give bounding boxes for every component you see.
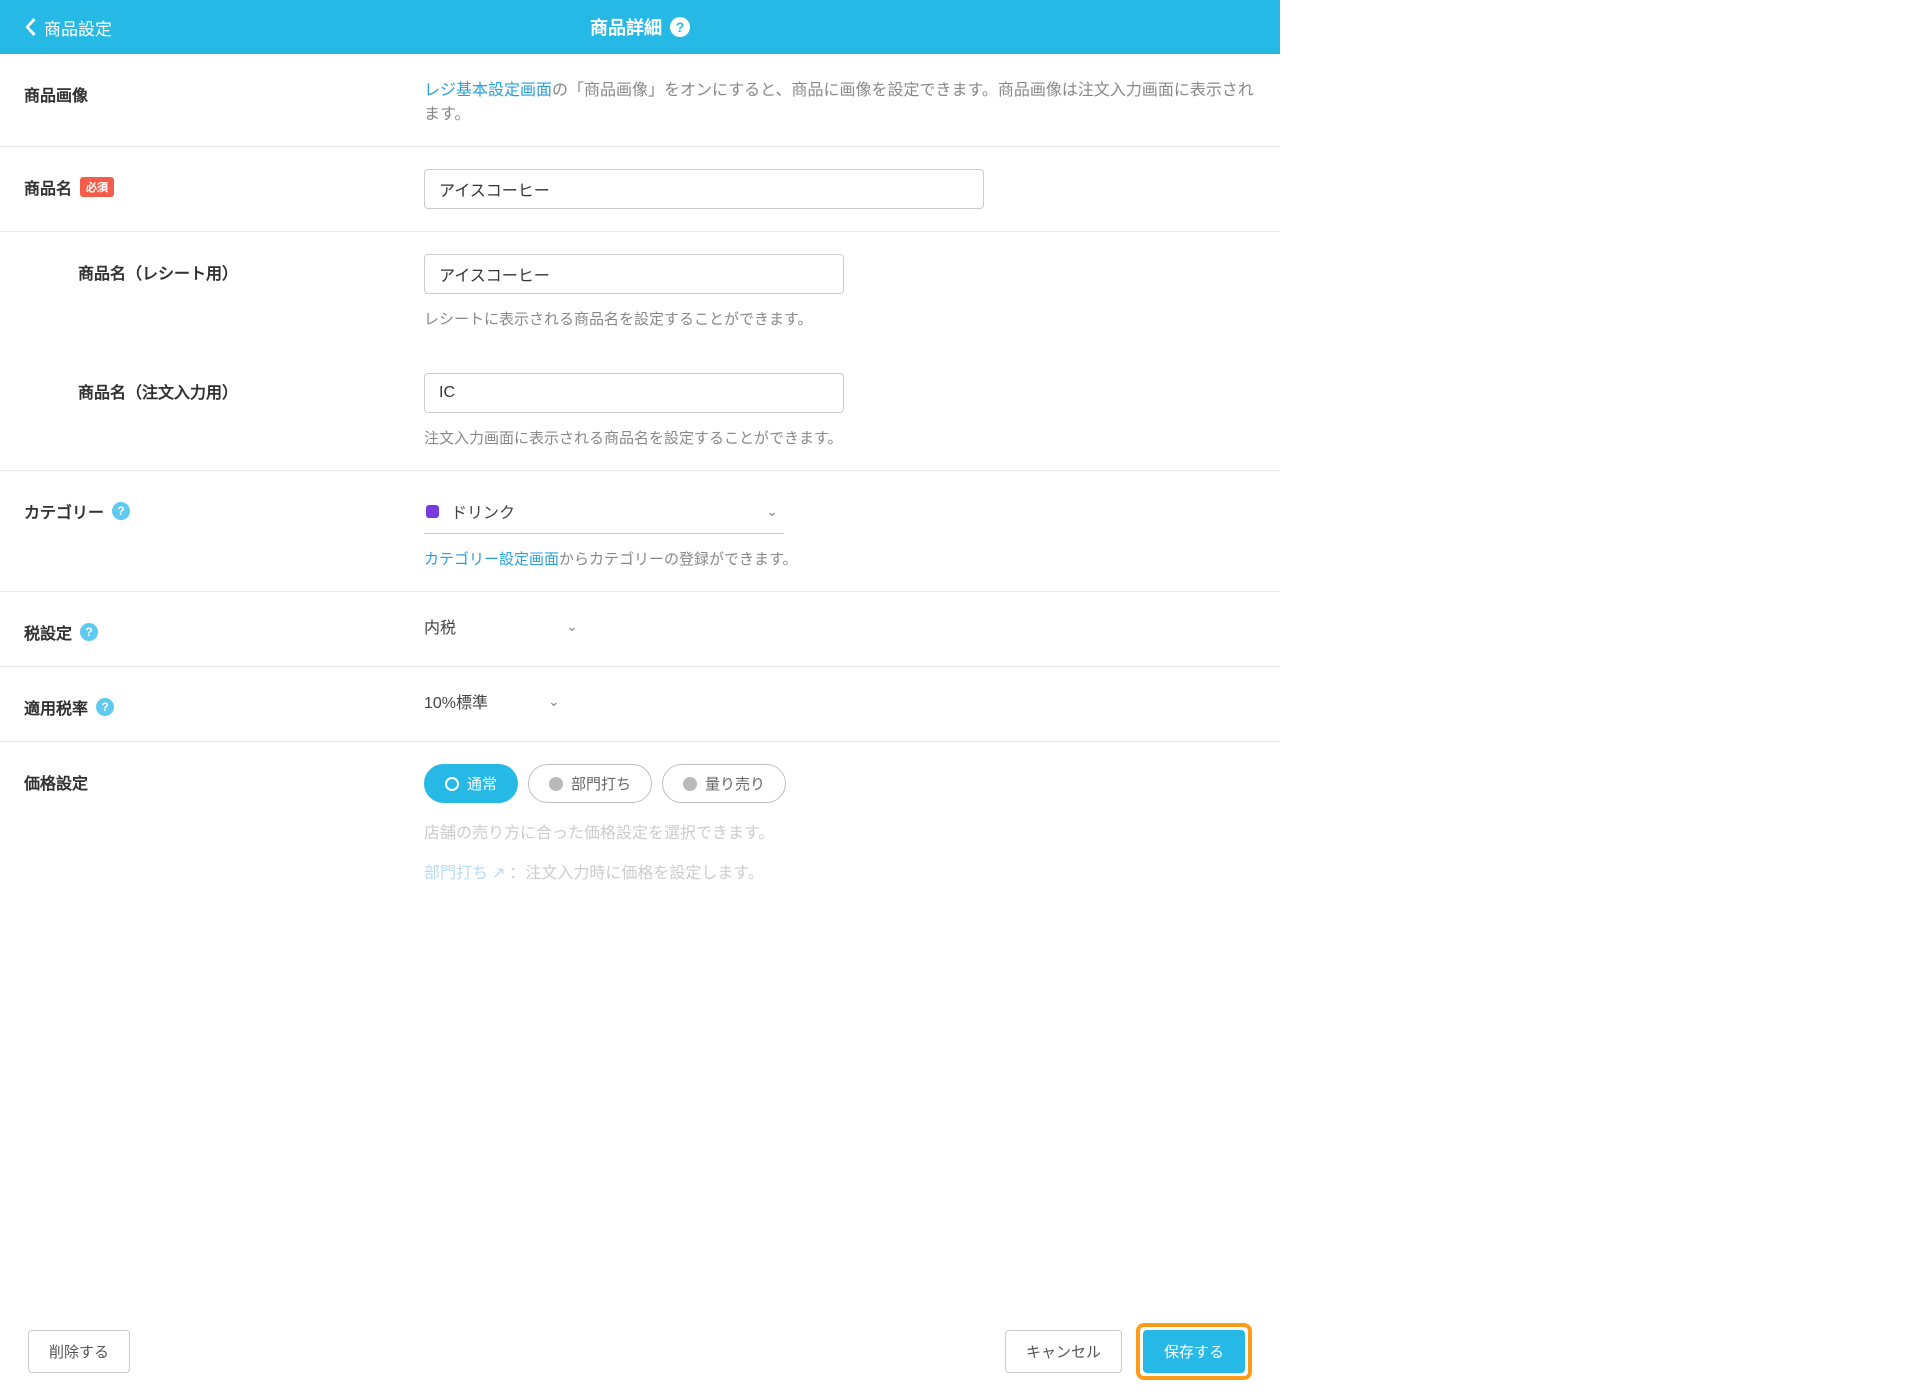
order-name-hint: 注文入力画面に表示される商品名を設定することができます。 xyxy=(424,427,1256,448)
row-receipt-name: 商品名（レシート用） レシートに表示される商品名を設定することができます。 xyxy=(0,232,1280,351)
category-color-swatch xyxy=(426,505,439,518)
receipt-name-hint: レシートに表示される商品名を設定することができます。 xyxy=(424,308,1256,329)
row-tax-setting: 税設定 ? 内税 ⌄ xyxy=(0,592,1280,667)
chevron-down-icon: ⌄ xyxy=(766,503,778,520)
back-button[interactable]: 商品設定 xyxy=(24,15,112,40)
footer-bar: 削除する キャンセル 保存する xyxy=(0,1307,1280,1400)
cancel-button[interactable]: キャンセル xyxy=(1005,1330,1122,1373)
radio-icon xyxy=(445,777,459,791)
price-desc-1: 店舗の売り方に合った価格設定を選択できます。 xyxy=(424,819,1256,843)
help-icon[interactable]: ? xyxy=(80,623,98,641)
save-button[interactable]: 保存する xyxy=(1143,1330,1245,1373)
label-product-image: 商品画像 xyxy=(24,82,88,106)
save-highlight: 保存する xyxy=(1136,1323,1252,1380)
basic-settings-link[interactable]: レジ基本設定画面 xyxy=(424,82,552,99)
category-select[interactable]: ドリンク ⌄ xyxy=(424,493,784,534)
chevron-left-icon xyxy=(24,18,36,36)
back-label: 商品設定 xyxy=(44,15,112,40)
label-price-setting: 価格設定 xyxy=(24,770,88,794)
order-name-input[interactable] xyxy=(424,373,844,413)
tax-setting-value: 内税 xyxy=(424,614,456,638)
row-tax-rate: 適用税率 ? 10%標準 ⌄ xyxy=(0,667,1280,742)
row-category: カテゴリー ? ドリンク ⌄ カテゴリー設定画面からカテゴリーの登録ができます。 xyxy=(0,471,1280,592)
app-header: 商品設定 商品詳細 ? xyxy=(0,0,1280,54)
price-mode-dept[interactable]: 部門打ち xyxy=(528,764,652,803)
radio-icon xyxy=(683,777,697,791)
label-product-name: 商品名 必須 xyxy=(24,175,114,199)
chevron-down-icon: ⌄ xyxy=(566,618,578,635)
category-value: ドリンク xyxy=(451,499,515,523)
price-mode-options: 通常 部門打ち 量り売り xyxy=(424,764,1256,803)
row-price-setting: 価格設定 通常 部門打ち 量り売り 店舗の売り方に合った価格設定を選択できます。 xyxy=(0,742,1280,905)
receipt-name-input[interactable] xyxy=(424,254,844,294)
label-receipt-name: 商品名（レシート用） xyxy=(78,260,238,284)
chevron-down-icon: ⌄ xyxy=(548,693,560,710)
row-product-name: 商品名 必須 xyxy=(0,147,1280,232)
page-title: 商品詳細 ? xyxy=(590,14,690,40)
label-tax-setting: 税設定 ? xyxy=(24,620,98,644)
delete-button[interactable]: 削除する xyxy=(28,1330,130,1373)
row-product-image: 商品画像 レジ基本設定画面の「商品画像」をオンにすると、商品に画像を設定できます… xyxy=(0,54,1280,147)
product-name-input[interactable] xyxy=(424,169,984,209)
row-order-name: 商品名（注文入力用） 注文入力画面に表示される商品名を設定することができます。 xyxy=(0,351,1280,471)
help-icon[interactable]: ? xyxy=(670,17,690,37)
label-tax-rate: 適用税率 ? xyxy=(24,695,114,719)
category-settings-link[interactable]: カテゴリー設定画面 xyxy=(424,551,559,568)
form-content: 商品画像 レジ基本設定画面の「商品画像」をオンにすると、商品に画像を設定できます… xyxy=(0,54,1280,995)
price-desc-2: 部門打ち↗：注文入力時に価格を設定します。 xyxy=(424,859,1256,883)
category-hint: カテゴリー設定画面からカテゴリーの登録ができます。 xyxy=(424,548,1256,569)
tax-rate-value: 10%標準 xyxy=(424,689,488,713)
required-badge: 必須 xyxy=(80,177,114,197)
radio-icon xyxy=(549,777,563,791)
help-icon[interactable]: ? xyxy=(96,698,114,716)
dept-link[interactable]: 部門打ち xyxy=(424,865,488,882)
label-category: カテゴリー ? xyxy=(24,499,130,523)
price-mode-weight[interactable]: 量り売り xyxy=(662,764,786,803)
tax-rate-select[interactable]: 10%標準 ⌄ xyxy=(424,689,1256,713)
external-link-icon: ↗ xyxy=(492,865,505,882)
price-mode-normal[interactable]: 通常 xyxy=(424,764,518,803)
label-order-name: 商品名（注文入力用） xyxy=(78,379,238,403)
help-icon[interactable]: ? xyxy=(112,502,130,520)
tax-setting-select[interactable]: 内税 ⌄ xyxy=(424,614,1256,638)
